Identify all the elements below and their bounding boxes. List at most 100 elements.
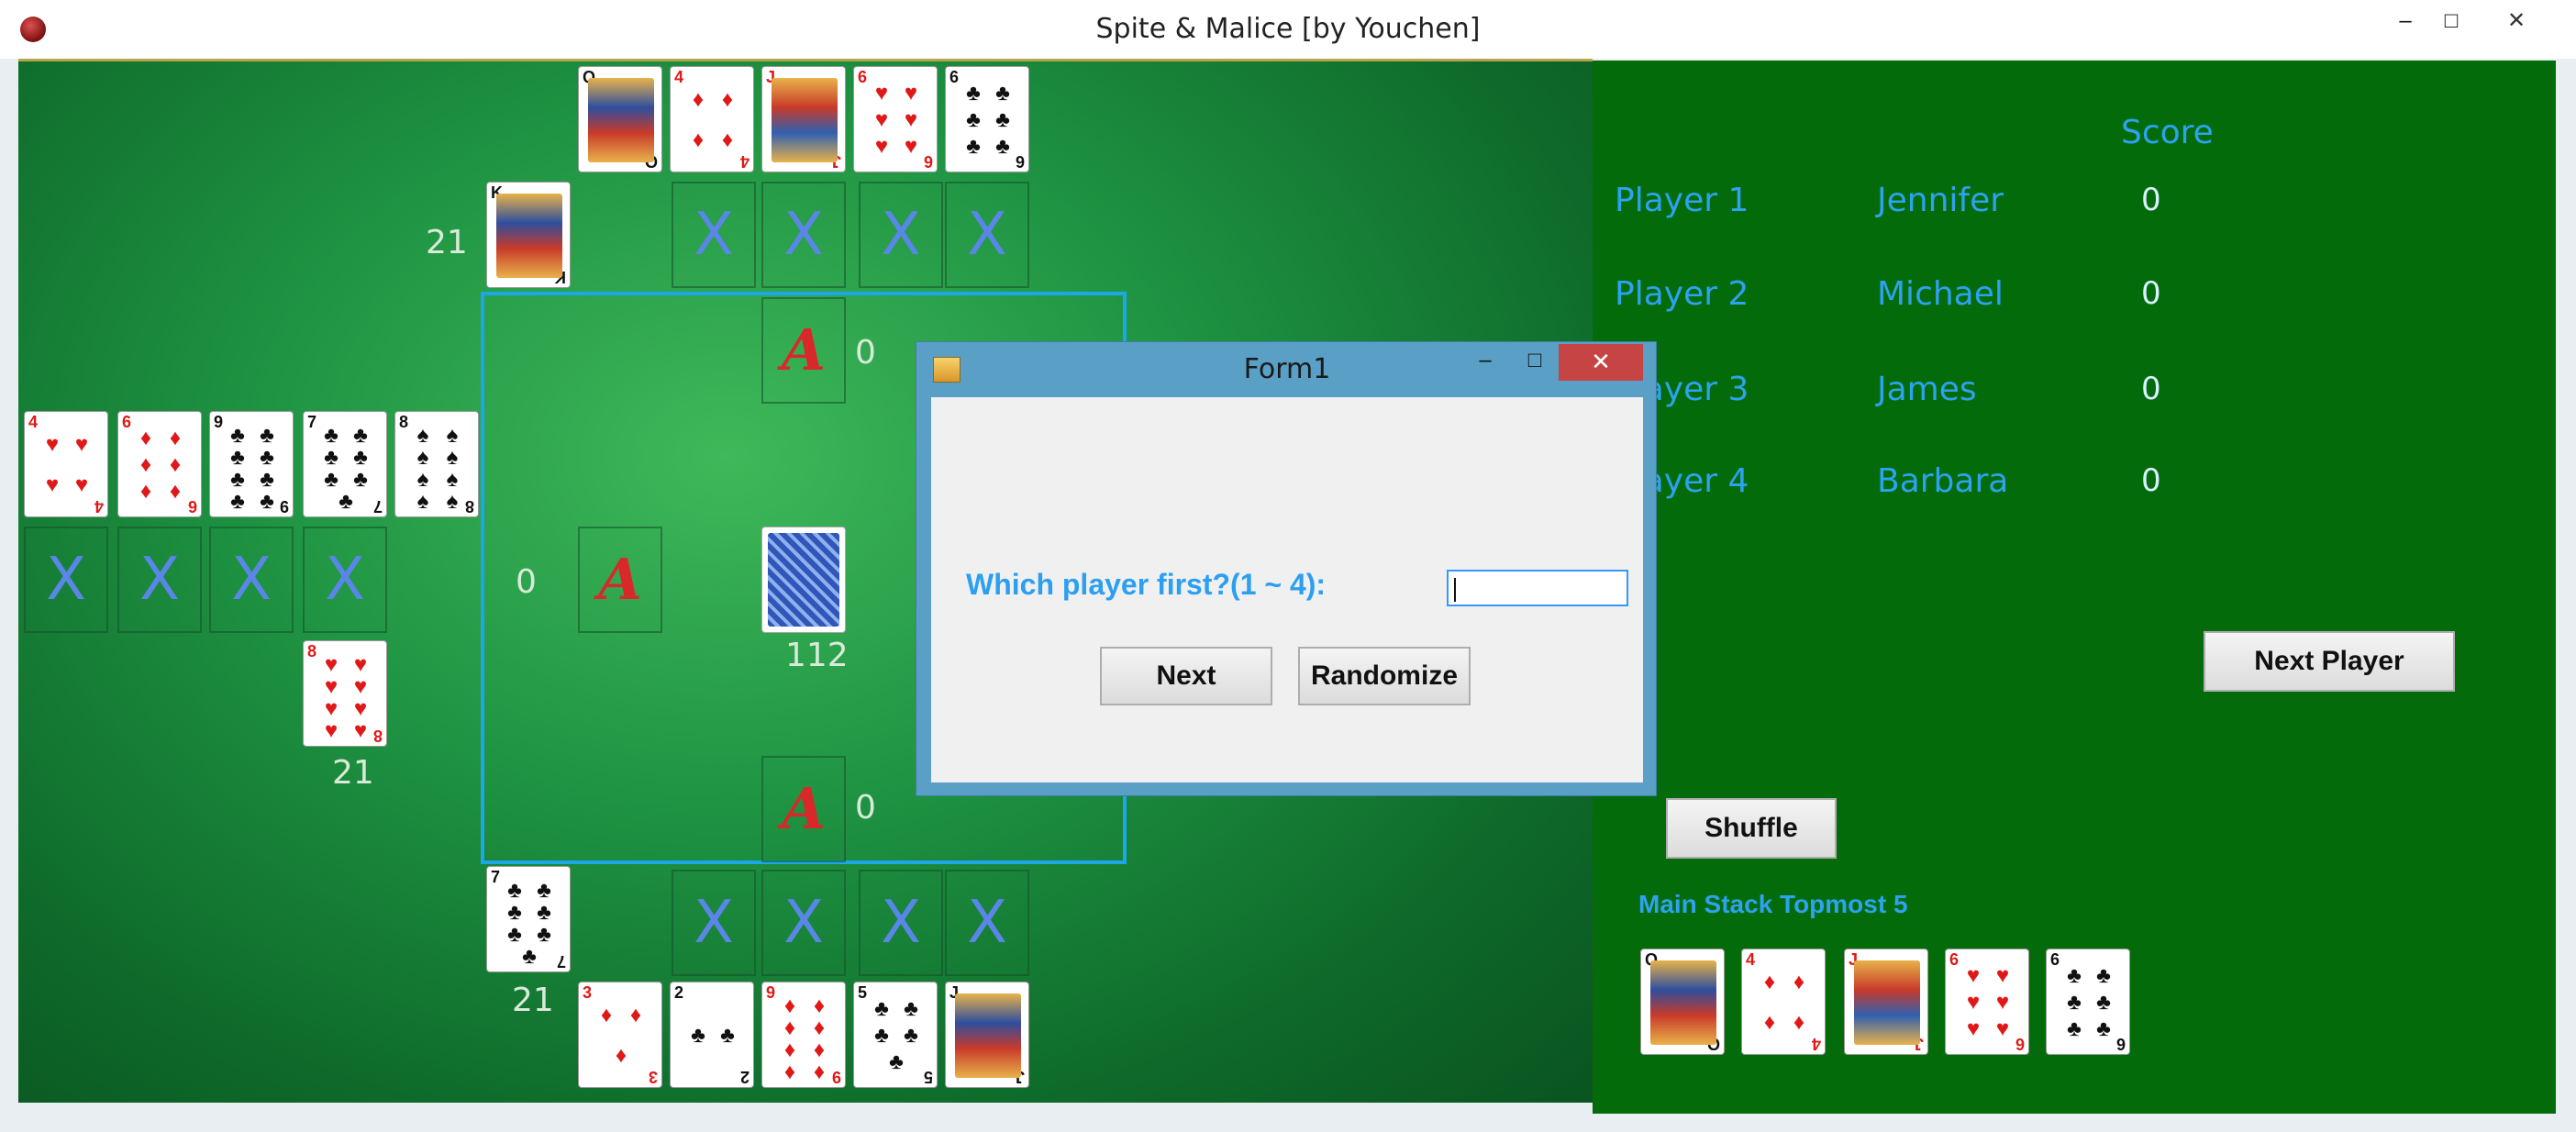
top-hand-card-5[interactable]: 6 6 ♣ ♣ ♣ ♣ ♣ ♣ <box>945 66 1029 172</box>
title-bar: Spite & Malice [by Youchen] – □ ✕ <box>0 0 2576 60</box>
suit-pip: ♦ <box>600 1003 613 1027</box>
left-hand-card-2[interactable]: 6 6 ♦ ♦ ♦ ♦ ♦ ♦ <box>117 411 202 517</box>
close-button[interactable]: ✕ <box>2477 0 2556 46</box>
first-player-input[interactable] <box>1447 570 1628 606</box>
dialog-close-button[interactable]: ✕ <box>1559 344 1643 381</box>
main-stack-card-4[interactable]: 6 6 ♥ ♥ ♥ ♥ ♥ ♥ <box>1945 949 2029 1055</box>
dialog-maximize-button[interactable]: □ <box>1509 344 1560 381</box>
suit-pip: ♣ <box>537 900 551 925</box>
card-pips: ♣ ♣ ♣ ♣ ♣ ♣ ♣ <box>500 880 559 968</box>
face-card-portrait <box>1650 960 1716 1045</box>
top-hand-card-3[interactable]: JJ <box>761 66 846 172</box>
suit-pip: ♦ <box>629 1003 642 1027</box>
left-hand-card-4[interactable]: 7 7 ♣ ♣ ♣ ♣ ♣ ♣ ♣ <box>303 411 387 517</box>
suit-pip: ♦ <box>721 128 734 152</box>
dialog-minimize-button[interactable]: – <box>1460 344 1511 381</box>
build-pile-top[interactable]: A <box>761 297 846 404</box>
suit-pip: ♣ <box>691 1023 705 1048</box>
build-pile-left[interactable]: A <box>578 527 662 633</box>
window-title: Spite & Malice [by Youchen] <box>1095 13 1481 45</box>
build-pile-bottom[interactable]: A <box>761 756 846 862</box>
bottom-discard-slot-4[interactable]: X <box>945 870 1029 976</box>
suit-pip: ♣ <box>230 423 245 448</box>
bottom-discard-slot-2[interactable]: X <box>761 870 846 976</box>
suit-pip: ♠ <box>416 489 429 514</box>
suit-pip: ♠ <box>446 445 459 470</box>
card-back-pattern <box>768 533 839 627</box>
draw-deck[interactable] <box>761 527 846 633</box>
bottom-hand-card-1[interactable]: 3 3 ♦ ♦ ♦ <box>578 982 662 1088</box>
next-button[interactable]: Next <box>1100 647 1272 705</box>
suit-pip: ♠ <box>446 423 459 448</box>
suit-pip: ♦ <box>783 1038 796 1062</box>
bottom-stock-pile[interactable]: 7 7 ♣ ♣ ♣ ♣ ♣ ♣ ♣ <box>486 866 571 972</box>
left-discard-slot-2[interactable]: X <box>117 527 202 633</box>
suit-pip: ♦ <box>169 451 182 477</box>
suit-pip: ♥ <box>904 80 918 105</box>
main-stack-card-2[interactable]: 4 4 ♦ ♦ ♦ ♦ <box>1741 949 1826 1055</box>
suit-pip: ♣ <box>260 445 274 470</box>
bottom-hand-card-4[interactable]: 5 5 ♣ ♣ ♣ ♣ ♣ <box>853 982 938 1088</box>
suit-pip: ♦ <box>692 128 705 152</box>
next-player-button[interactable]: Next Player <box>2204 631 2455 692</box>
suit-pip: ♣ <box>230 489 245 514</box>
left-discard-slot-1[interactable]: X <box>24 527 108 633</box>
left-hand-card-5[interactable]: 8 8 ♠ ♠ ♠ ♠ ♠ ♠ ♠ ♠ <box>394 411 479 517</box>
suit-pip: ♦ <box>813 1060 826 1084</box>
suit-pip: ♦ <box>1763 970 1776 994</box>
left-discard-slot-4[interactable]: X <box>303 527 387 633</box>
suit-pip: ♣ <box>966 106 981 132</box>
top-hand-card-4[interactable]: 6 6 ♥ ♥ ♥ ♥ ♥ ♥ <box>853 66 938 172</box>
bottom-hand-card-2[interactable]: 2 2 ♣ ♣ <box>670 982 754 1088</box>
top-hand-card-1[interactable]: QQ <box>578 66 662 172</box>
suit-pip: ♣ <box>537 922 551 947</box>
suit-pip: ♦ <box>139 479 152 505</box>
suit-pip: ♥ <box>353 652 368 677</box>
left-hand-card-3[interactable]: 99♣♣♣♣♣♣♣♣♣ <box>209 411 294 517</box>
suit-pip: ♠ <box>446 467 459 492</box>
suit-pip: ♦ <box>813 993 826 1018</box>
text-caret <box>1454 578 1456 603</box>
card-rank: 6 <box>2050 950 2060 969</box>
bottom-discard-slot-1[interactable]: X <box>672 870 756 976</box>
top-discard-slot-1[interactable]: X <box>672 182 756 288</box>
suit-pip: ♣ <box>339 489 353 514</box>
suit-pip: ♦ <box>139 425 152 450</box>
left-discard-slot-3[interactable]: X <box>209 527 294 633</box>
bottom-hand-card-5[interactable]: JJ <box>945 982 1029 1088</box>
top-hand-card-2[interactable]: 4 4 ♦ ♦ ♦ ♦ <box>670 66 754 172</box>
card-pips: ♣ ♣ ♣ ♣ ♣ <box>867 995 926 1076</box>
suit-pip: ♦ <box>813 1015 826 1040</box>
top-stock-pile[interactable]: KK <box>486 182 571 288</box>
card-rank: 4 <box>1746 950 1756 969</box>
build-count-left: 0 <box>516 563 537 601</box>
suit-pip: ♥ <box>904 134 918 160</box>
bottom-discard-slot-3[interactable]: X <box>859 870 943 976</box>
left-stock-pile[interactable]: 8 8 ♥ ♥ ♥ ♥ ♥ ♥ ♥ ♥ <box>303 640 387 747</box>
top-discard-slot-4[interactable]: X <box>945 182 1029 288</box>
main-stack-card-5[interactable]: 6 6 ♣ ♣ ♣ ♣ ♣ ♣ <box>2046 949 2130 1055</box>
shuffle-button[interactable]: Shuffle <box>1666 798 1837 859</box>
suit-pip: ♣ <box>2067 989 2082 1015</box>
suit-pip: ♣ <box>522 944 537 969</box>
suit-pip: ♦ <box>692 87 705 112</box>
card-rank: 9 <box>766 983 776 1002</box>
randomize-button[interactable]: Randomize <box>1298 647 1471 705</box>
card-pips: ♦ ♦ ♦ <box>592 995 650 1076</box>
deck-count: 112 <box>785 637 849 674</box>
bottom-hand-card-3[interactable]: 99♦♦♦♦♦♦♦♦♦ <box>761 982 846 1088</box>
table-top-border <box>18 59 1593 61</box>
card-pips: ♥ ♥ ♥ ♥ <box>38 425 96 505</box>
main-stack-card-1[interactable]: QQ <box>1640 949 1725 1055</box>
top-discard-slot-3[interactable]: X <box>859 182 943 288</box>
form1-dialog: Form1 – □ ✕ Which player first?(1 ~ 4): … <box>916 341 1657 796</box>
top-discard-slot-2[interactable]: X <box>761 182 846 288</box>
suit-pip: ♣ <box>260 467 274 492</box>
player-1-name: Jennifer <box>1877 182 2004 219</box>
suit-pip: ♥ <box>324 696 339 721</box>
suit-pip: ♣ <box>353 467 368 492</box>
left-hand-card-1[interactable]: 4 4 ♥ ♥ ♥ ♥ <box>24 411 108 517</box>
maximize-button[interactable]: □ <box>2422 0 2481 46</box>
player-4-score: 0 <box>2141 462 2161 499</box>
main-stack-card-3[interactable]: JJ <box>1844 949 1928 1055</box>
